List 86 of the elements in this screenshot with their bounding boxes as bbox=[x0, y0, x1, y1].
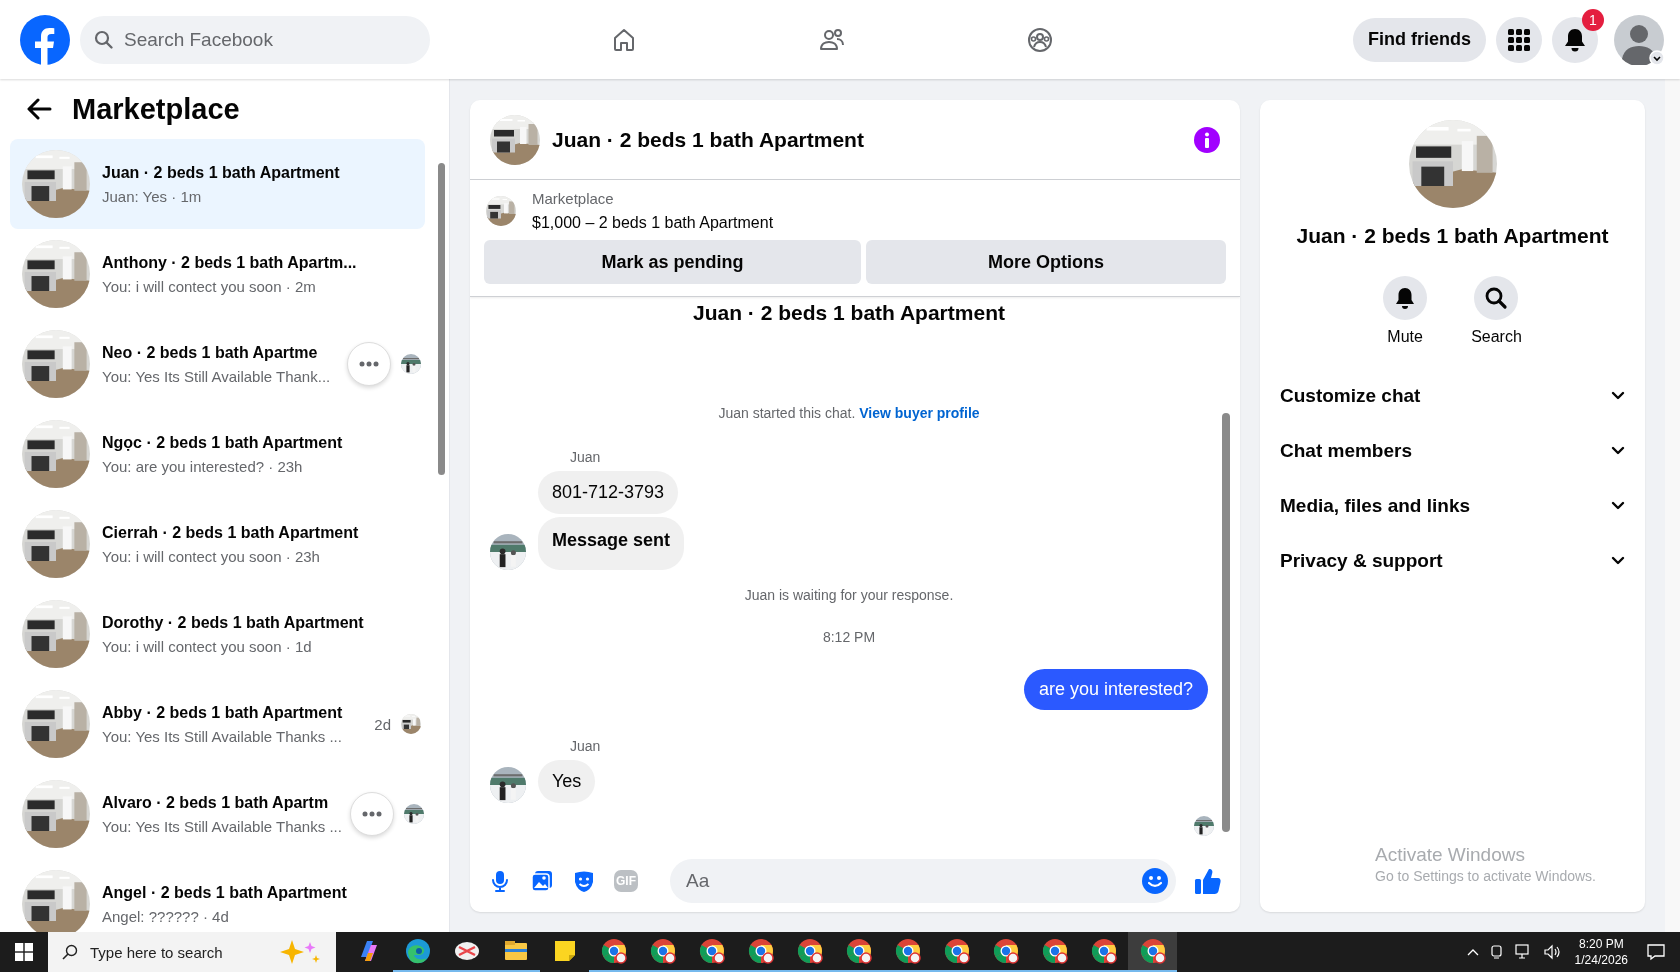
listing-label: Marketplace bbox=[532, 190, 615, 207]
like-icon[interactable] bbox=[1194, 867, 1222, 895]
action-button[interactable]: Mark as pending bbox=[484, 240, 861, 284]
message-preview: You: Yes Its Still Available Thanks ... bbox=[102, 817, 342, 835]
message-preview: You: i will contect you soon · 23h bbox=[102, 547, 321, 565]
conversation-title: Ngọc · 2 beds 1 bath Apartment bbox=[102, 433, 343, 452]
conversation-title: Juan · 2 beds 1 bath Apartment bbox=[1296, 224, 1609, 248]
conversation-item[interactable]: Dorothy · 2 beds 1 bath Apartment You: i will contect you soon · 1d bbox=[10, 589, 425, 679]
chat-title: Juan · 2 beds 1 bath Apartment bbox=[693, 301, 1005, 325]
conversation-item[interactable]: Neo · 2 beds 1 bath Apartme You: Yes Its Still Available Thank... bbox=[10, 319, 425, 409]
conversation-title: Angel · 2 beds 1 bath Apartment bbox=[102, 883, 347, 902]
action-label: Mute bbox=[1387, 328, 1423, 346]
bell-icon bbox=[1564, 27, 1586, 52]
scrollbar[interactable] bbox=[1665, 79, 1680, 932]
conversation-item[interactable]: Alvaro · 2 beds 1 bath Apartm You: Yes Its Still Available Thanks ... bbox=[10, 769, 425, 859]
search-button[interactable] bbox=[1474, 276, 1519, 320]
conversation-item[interactable]: Juan · 2 beds 1 bath Apartment Juan: Yes · 1m bbox=[10, 139, 425, 229]
section-header[interactable]: Media, files and links bbox=[1280, 478, 1625, 533]
message-bubble: are you interested? bbox=[1023, 669, 1208, 710]
notification-badge: 1 bbox=[1582, 8, 1604, 31]
conversation-item[interactable]: Cierrah · 2 beds 1 bath Apartment You: i will contect you soon · 23h bbox=[10, 499, 425, 589]
notifications-button[interactable] bbox=[1552, 16, 1598, 63]
search-icon bbox=[62, 944, 78, 960]
message-bubble: Yes bbox=[538, 760, 596, 803]
message-time: 2d bbox=[374, 715, 391, 733]
activation-title: Activate Windows bbox=[1375, 844, 1526, 866]
conversation-title: Juan · 2 beds 1 bath Apartment bbox=[102, 163, 340, 182]
conversation-item[interactable]: Ngọc · 2 beds 1 bath Apartment You: are you interested? · 23h bbox=[10, 409, 425, 499]
facebook-logo[interactable] bbox=[20, 14, 70, 65]
dots-icon bbox=[361, 811, 382, 817]
activation-message: Go to Settings to activate Windows. bbox=[1375, 868, 1597, 884]
action-label: Search bbox=[1471, 328, 1522, 346]
conversation-title: Alvaro · 2 beds 1 bath Apartm bbox=[102, 793, 330, 812]
notification-icon[interactable] bbox=[1646, 943, 1666, 961]
page-title: Marketplace bbox=[72, 92, 240, 126]
chevron-up-icon[interactable] bbox=[1466, 948, 1479, 956]
search-icon bbox=[94, 29, 114, 50]
back-arrow-icon[interactable] bbox=[26, 98, 52, 120]
apps-menu-button[interactable] bbox=[1496, 16, 1542, 63]
photo-icon[interactable] bbox=[530, 869, 554, 893]
message-bubble: Message sent bbox=[538, 517, 685, 570]
account-button[interactable] bbox=[1614, 14, 1664, 65]
conversation-item[interactable]: Abby · 2 beds 1 bath Apartment You: Yes Its Still Available Thanks ... 2d bbox=[10, 679, 425, 769]
message-preview: Juan: Yes · 1m bbox=[102, 187, 203, 205]
search-icon bbox=[1484, 286, 1509, 310]
chat-notice: Juan is waiting for your response. bbox=[744, 587, 954, 603]
message-preview: You: i will contect you soon · 2m bbox=[102, 277, 317, 295]
find-friends-button[interactable]: Find friends bbox=[1353, 17, 1486, 62]
sender-name: Juan bbox=[570, 449, 601, 465]
view-profile-link[interactable]: View buyer profile bbox=[859, 405, 980, 421]
conversation-title: Dorothy · 2 beds 1 bath Apartment bbox=[102, 613, 364, 632]
mute-button[interactable] bbox=[1383, 276, 1428, 320]
message-field[interactable]: Aa bbox=[670, 859, 1176, 903]
action-button[interactable]: More Options bbox=[866, 240, 1226, 284]
conversation-item[interactable]: Anthony · 2 beds 1 bath Apartm... You: i will contect you soon · 2m bbox=[10, 229, 425, 319]
message-preview: You: i will contect you soon · 1d bbox=[102, 637, 313, 655]
listing-title: $1,000 – 2 beds 1 bath Apartment bbox=[532, 214, 774, 232]
message-preview: You: are you interested? · 23h bbox=[102, 457, 304, 475]
more-options-button[interactable] bbox=[347, 342, 391, 386]
dots-icon bbox=[359, 361, 379, 367]
message-preview: You: Yes Its Still Available Thanks ... bbox=[102, 727, 343, 745]
search-field[interactable]: Search Facebook bbox=[80, 15, 430, 64]
more-options-button[interactable] bbox=[349, 792, 394, 836]
message-preview: You: Yes Its Still Available Thank... bbox=[102, 367, 331, 385]
grid-icon bbox=[1507, 27, 1531, 52]
taskbar-search-field[interactable]: Type here to search bbox=[48, 932, 336, 972]
message-timestamp: 8:12 PM bbox=[822, 629, 876, 645]
browser-icon[interactable] bbox=[1128, 932, 1177, 972]
volume-icon[interactable] bbox=[1542, 944, 1561, 960]
sticker-icon[interactable] bbox=[572, 869, 596, 893]
message-bubble: 801-712-3793 bbox=[538, 471, 679, 514]
sender-name: Juan bbox=[570, 738, 601, 754]
conversation-title: Anthony · 2 beds 1 bath Apartm... bbox=[102, 253, 357, 272]
message-preview: Angel: ?????? · 4d bbox=[102, 907, 230, 925]
emoji-icon[interactable] bbox=[1142, 868, 1168, 894]
section-header[interactable]: Customize chat bbox=[1280, 368, 1625, 423]
windows-start-icon[interactable] bbox=[15, 943, 33, 961]
chat-notice: Juan started this chat. View buyer profile bbox=[718, 405, 980, 421]
conversation-title: Cierrah · 2 beds 1 bath Apartment bbox=[102, 523, 359, 542]
clock[interactable]: 8:20 PM 1/24/2026 bbox=[1574, 936, 1628, 968]
info-icon[interactable] bbox=[1194, 126, 1220, 153]
conversation-title: Neo · 2 beds 1 bath Apartme bbox=[102, 343, 319, 362]
chat-title: Juan · 2 beds 1 bath Apartment bbox=[552, 127, 865, 152]
section-header[interactable]: Privacy & support bbox=[1280, 533, 1625, 588]
conversation-title: Abby · 2 beds 1 bath Apartment bbox=[102, 703, 343, 722]
section-header[interactable]: Chat members bbox=[1280, 423, 1625, 478]
